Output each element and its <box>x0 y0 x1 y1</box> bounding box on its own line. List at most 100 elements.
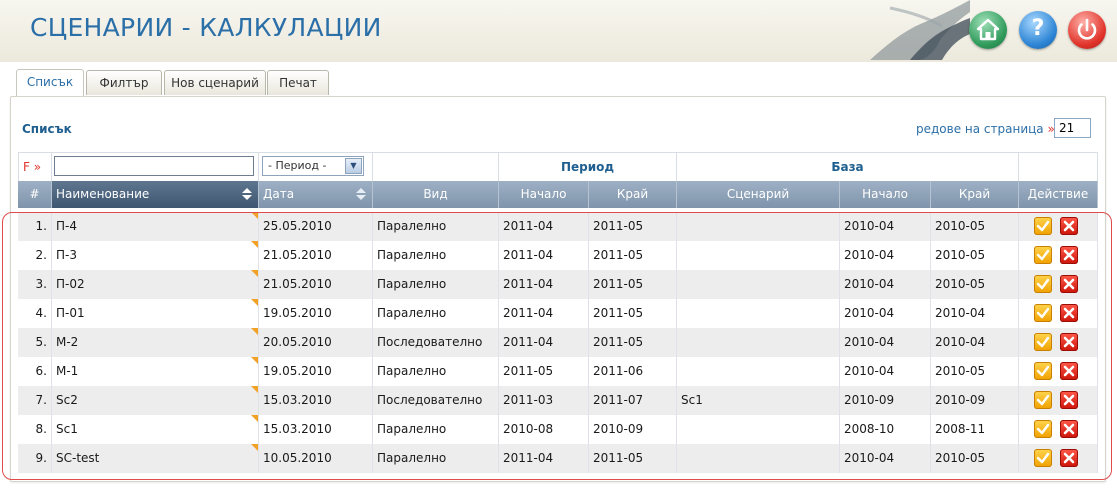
period-select[interactable]: - Период - ▼ <box>262 156 364 176</box>
col-name[interactable]: Наименование <box>52 181 259 208</box>
col-date-label: Дата <box>263 187 295 201</box>
row-scenario <box>677 415 840 444</box>
chevron-down-icon: ▼ <box>345 158 362 174</box>
row-base-start: 2010-04 <box>840 357 931 386</box>
row-name-text: SC-test <box>56 451 100 465</box>
delete-button[interactable] <box>1060 333 1078 351</box>
power-icon <box>1077 18 1097 40</box>
row-period-end-text: 2011-05 <box>593 277 644 291</box>
col-end: Край <box>589 181 677 208</box>
edit-button[interactable] <box>1034 304 1052 322</box>
row-kind: Последователно <box>373 328 499 357</box>
row-base-end: 2010-09 <box>931 386 1019 415</box>
table-row[interactable]: 6. М-1 19.05.2010 Паралелно 2011-05 2011-06 20… <box>18 357 1098 386</box>
check-icon <box>1036 220 1050 232</box>
row-name-text: М-2 <box>56 335 79 349</box>
row-scenario <box>677 212 840 241</box>
home-button[interactable] <box>969 11 1007 49</box>
tab-filter[interactable]: Филтър <box>86 70 162 95</box>
delete-button[interactable] <box>1060 304 1078 322</box>
check-icon <box>1036 336 1050 348</box>
row-name: П-02 <box>52 270 259 299</box>
base-group-header: База <box>677 152 1019 181</box>
row-num-text: 4. <box>35 306 47 320</box>
close-icon <box>1063 336 1075 348</box>
note-flag-icon <box>251 357 258 364</box>
table-row[interactable]: 2. П-3 21.05.2010 Паралелно 2011-04 2011-05 20… <box>18 241 1098 270</box>
row-base-start-text: 2010-04 <box>844 306 895 320</box>
row-period-start: 2011-04 <box>499 299 589 328</box>
row-num-text: 1. <box>35 219 47 233</box>
note-flag-icon <box>251 241 258 248</box>
row-base-end-text: 2010-05 <box>935 219 986 233</box>
edit-button[interactable] <box>1034 449 1052 467</box>
col-date[interactable]: Дата <box>259 181 373 208</box>
col-name-label: Наименование <box>56 187 150 201</box>
row-base-end-text: 2010-05 <box>935 451 986 465</box>
row-base-start: 2010-04 <box>840 212 931 241</box>
row-kind-text: Последователно <box>377 393 483 407</box>
table-row[interactable]: 5. М-2 20.05.2010 Последователно 2011-04 2011… <box>18 328 1098 357</box>
row-num: 4. <box>18 299 52 328</box>
name-filter-cell <box>52 152 259 181</box>
row-num: 3. <box>18 270 52 299</box>
edit-button[interactable] <box>1034 217 1052 235</box>
row-base-end: 2010-04 <box>931 299 1019 328</box>
table-row[interactable]: 1. П-4 25.05.2010 Паралелно 2011-04 2011-05 20… <box>18 212 1098 241</box>
row-kind: Паралелно <box>373 357 499 386</box>
row-base-start-text: 2008-10 <box>844 422 895 436</box>
edit-button[interactable] <box>1034 420 1052 438</box>
row-period-end-text: 2011-05 <box>593 248 644 262</box>
row-name-text: П-4 <box>56 219 77 233</box>
table-row[interactable]: 7. Sc2 15.03.2010 Последователно 2011-03 2011… <box>18 386 1098 415</box>
table-row[interactable]: 8. Sc1 15.03.2010 Паралелно 2010-08 2010-09 20… <box>18 415 1098 444</box>
delete-button[interactable] <box>1060 246 1078 264</box>
row-actions <box>1019 299 1098 328</box>
bird-logo-icon <box>870 0 970 60</box>
tab-print[interactable]: Печат <box>267 70 329 95</box>
row-period-start-text: 2011-04 <box>503 451 554 465</box>
row-scenario <box>677 444 840 473</box>
edit-button[interactable] <box>1034 246 1052 264</box>
note-flag-icon <box>251 270 258 277</box>
row-name: П-01 <box>52 299 259 328</box>
logout-button[interactable] <box>1068 11 1106 49</box>
help-icon: ? <box>1031 16 1045 41</box>
delete-button[interactable] <box>1060 420 1078 438</box>
edit-button[interactable] <box>1034 275 1052 293</box>
row-actions <box>1019 328 1098 357</box>
row-kind-text: Паралелно <box>377 248 447 262</box>
row-base-end: 2010-05 <box>931 212 1019 241</box>
period-group-header: Период <box>499 152 677 181</box>
name-filter-input[interactable] <box>54 156 254 176</box>
tab-new-scenario[interactable]: Нов сценарий <box>164 70 266 95</box>
delete-button[interactable] <box>1060 449 1078 467</box>
delete-button[interactable] <box>1060 391 1078 409</box>
table-row[interactable]: 9. SC-test 10.05.2010 Паралелно 2011-04 2011-… <box>18 444 1098 473</box>
row-period-end: 2011-05 <box>589 444 677 473</box>
row-kind-text: Паралелно <box>377 277 447 291</box>
edit-button[interactable] <box>1034 391 1052 409</box>
row-date-text: 15.03.2010 <box>263 393 332 407</box>
rows-per-page-input[interactable] <box>1054 118 1091 138</box>
table-row[interactable]: 3. П-02 21.05.2010 Паралелно 2011-04 2011-05 2… <box>18 270 1098 299</box>
row-name: М-2 <box>52 328 259 357</box>
edit-button[interactable] <box>1034 362 1052 380</box>
table-row[interactable]: 4. П-01 19.05.2010 Паралелно 2011-04 2011-05 2… <box>18 299 1098 328</box>
row-actions <box>1019 415 1098 444</box>
tab-list[interactable]: Списък <box>16 69 84 96</box>
row-base-start-text: 2010-04 <box>844 248 895 262</box>
close-icon <box>1063 278 1075 290</box>
help-button[interactable]: ? <box>1019 11 1057 49</box>
note-flag-icon <box>251 328 258 335</box>
row-kind: Паралелно <box>373 212 499 241</box>
row-name-text: М-1 <box>56 364 79 378</box>
delete-button[interactable] <box>1060 275 1078 293</box>
row-kind: Паралелно <box>373 444 499 473</box>
note-flag-icon <box>251 386 258 393</box>
edit-button[interactable] <box>1034 333 1052 351</box>
delete-button[interactable] <box>1060 362 1078 380</box>
row-base-start: 2010-09 <box>840 386 931 415</box>
delete-button[interactable] <box>1060 217 1078 235</box>
row-base-start-text: 2010-04 <box>844 364 895 378</box>
